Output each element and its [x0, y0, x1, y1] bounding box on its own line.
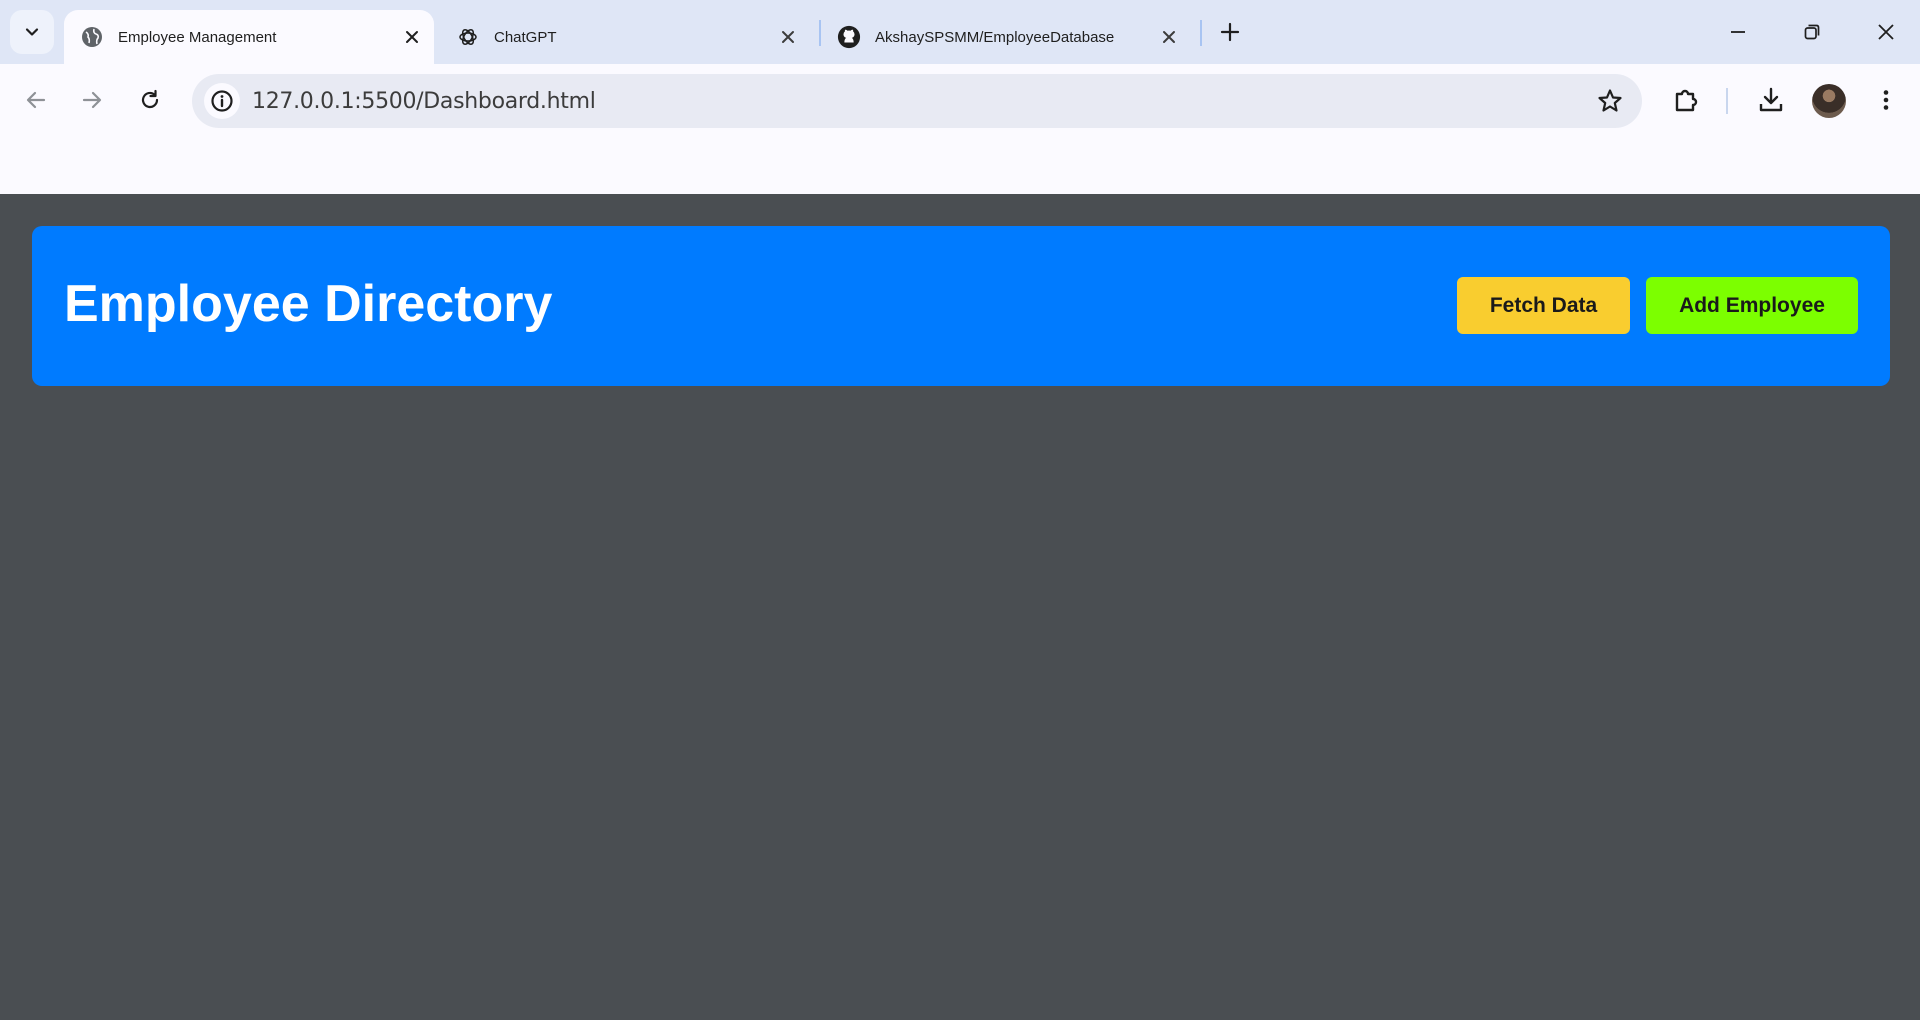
close-icon: [1878, 24, 1894, 40]
globe-icon: [80, 25, 104, 49]
tab-title: Employee Management: [118, 28, 277, 46]
restore-icon: [1804, 24, 1820, 40]
close-window-button[interactable]: [1866, 12, 1906, 52]
extensions-button[interactable]: [1667, 80, 1707, 120]
puzzle-icon: [1675, 89, 1698, 112]
page-header: Employee Directory Fetch Data Add Employ…: [32, 226, 1890, 386]
close-icon[interactable]: [398, 23, 426, 51]
tab-search-button[interactable]: [10, 10, 54, 54]
toolbar-divider: [1726, 88, 1728, 114]
tab-title: ChatGPT: [494, 28, 557, 46]
tab-github[interactable]: AkshaySPSMM/EmployeeDatabase: [821, 10, 1191, 64]
fetch-data-button[interactable]: Fetch Data: [1457, 277, 1630, 334]
forward-button[interactable]: [72, 80, 112, 120]
chevron-down-icon: [25, 28, 39, 36]
chatgpt-icon: [456, 25, 480, 49]
address-url[interactable]: 127.0.0.1:5500/Dashboard.html: [252, 89, 596, 114]
menu-button[interactable]: [1866, 80, 1906, 120]
browser-toolbar: 127.0.0.1:5500/Dashboard.html: [0, 64, 1920, 194]
download-icon: [1759, 87, 1783, 112]
add-employee-button[interactable]: Add Employee: [1646, 277, 1858, 334]
info-icon: [211, 90, 233, 112]
plus-icon: [1220, 22, 1240, 42]
tab-separator: [1200, 20, 1202, 46]
close-icon[interactable]: [774, 23, 802, 51]
tab-strip: Employee Management ChatGPT AkshaySPSMM/…: [0, 0, 1920, 64]
site-info-button[interactable]: [204, 83, 240, 119]
reload-icon: [141, 89, 159, 109]
address-bar[interactable]: 127.0.0.1:5500/Dashboard.html: [192, 74, 1642, 128]
tab-chatgpt[interactable]: ChatGPT: [440, 10, 810, 64]
tab-employee-management[interactable]: Employee Management: [64, 10, 434, 64]
github-icon: [837, 25, 861, 49]
downloads-button[interactable]: [1751, 80, 1791, 120]
back-button[interactable]: [16, 80, 56, 120]
reload-button[interactable]: [130, 80, 170, 120]
bookmark-star-button[interactable]: [1596, 87, 1624, 115]
star-icon: [1598, 89, 1622, 112]
tab-title: AkshaySPSMM/EmployeeDatabase: [875, 28, 1115, 46]
restore-button[interactable]: [1792, 12, 1832, 52]
page-title: Employee Directory: [64, 275, 553, 333]
profile-avatar[interactable]: [1812, 84, 1846, 118]
arrow-right-icon: [82, 91, 102, 109]
arrow-left-icon: [26, 91, 46, 109]
minimize-button[interactable]: [1718, 12, 1758, 52]
close-icon[interactable]: [1155, 23, 1183, 51]
new-tab-button[interactable]: [1214, 16, 1246, 48]
more-vert-icon: [1883, 90, 1889, 110]
minimize-icon: [1731, 31, 1745, 33]
